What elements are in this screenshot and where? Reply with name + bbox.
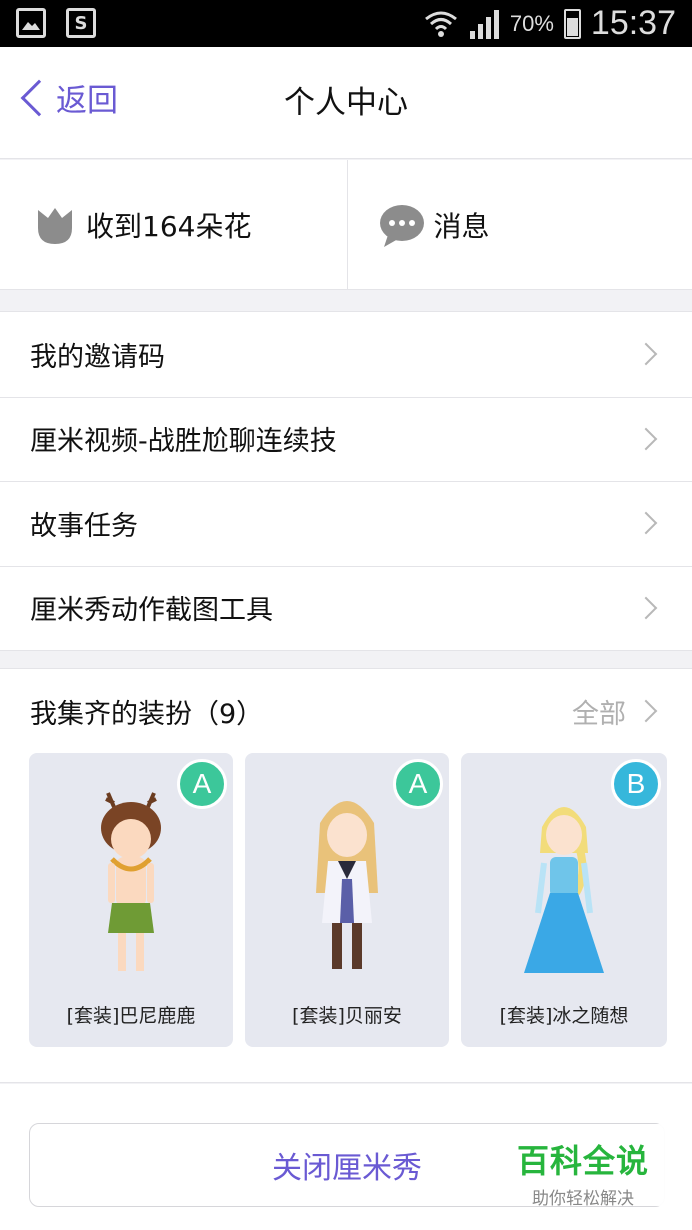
flower-icon xyxy=(38,207,72,244)
menu-item-cmshow-video[interactable]: 厘米视频-战胜尬聊连续技 xyxy=(0,396,692,482)
view-all-link[interactable]: 全部 xyxy=(572,692,662,731)
grade-badge: B xyxy=(611,759,661,809)
chevron-right-icon xyxy=(634,342,658,366)
menu-item-label: 厘米视频-战胜尬聊连续技 xyxy=(30,426,337,458)
status-bar: S 70% 15:37 xyxy=(0,0,692,47)
status-right: 70% 15:37 xyxy=(424,4,676,43)
flowers-stat[interactable]: 收到164朵花 xyxy=(0,160,347,289)
watermark: 百科全说 助你轻松解决 xyxy=(496,1124,670,1209)
messages-stat[interactable]: 消息 xyxy=(346,160,692,289)
wifi-icon xyxy=(424,11,457,37)
watermark-subtitle: 助你轻松解决 xyxy=(532,1189,634,1209)
menu-list: 我的邀请码 厘米视频-战胜尬聊连续技 故事任务 厘米秀动作截图工具 xyxy=(0,311,692,651)
menu-item-label: 故事任务 xyxy=(30,510,138,542)
s-app-icon: S xyxy=(66,8,96,38)
message-icon xyxy=(379,204,424,247)
chevron-right-icon xyxy=(634,596,658,620)
outfits-title: 我集齐的装扮（9） xyxy=(30,698,264,730)
outfits-section: 我集齐的装扮（9） 全部 A [套装]巴尼鹿鹿 A [套装]贝丽安 B [套装]… xyxy=(0,668,692,1083)
outfits-header: 我集齐的装扮（9） 全部 xyxy=(0,669,692,753)
stats-row: 收到164朵花 消息 xyxy=(0,160,692,290)
outfit-name: [套装]巴尼鹿鹿 xyxy=(66,1005,196,1027)
gallery-icon xyxy=(16,8,46,38)
battery-percent: 70% xyxy=(509,10,554,36)
outfit-card[interactable]: A [套装]巴尼鹿鹿 xyxy=(29,753,233,1047)
outfit-card[interactable]: A [套装]贝丽安 xyxy=(245,753,449,1047)
outfit-name: [套装]冰之随想 xyxy=(499,1005,629,1027)
outfit-card[interactable]: B [套装]冰之随想 xyxy=(461,753,667,1047)
chevron-right-icon xyxy=(634,511,658,535)
elf-outfit-avatar xyxy=(316,801,378,969)
ice-queen-outfit-avatar xyxy=(524,807,604,973)
grade-badge: A xyxy=(393,759,443,809)
page-title: 个人中心 xyxy=(284,85,408,121)
deer-outfit-avatar xyxy=(101,792,161,971)
chevron-right-icon xyxy=(634,699,658,723)
messages-label: 消息 xyxy=(433,209,490,243)
menu-item-label: 我的邀请码 xyxy=(30,341,165,373)
watermark-title: 百科全说 xyxy=(516,1142,649,1180)
battery-icon xyxy=(563,8,581,39)
signal-icon xyxy=(469,9,499,39)
flowers-label: 收到164朵花 xyxy=(86,209,252,243)
menu-item-screenshot-tool[interactable]: 厘米秀动作截图工具 xyxy=(0,565,692,651)
menu-item-invite-code[interactable]: 我的邀请码 xyxy=(0,312,692,397)
status-left: S xyxy=(16,8,96,38)
nav-bar: 返回 个人中心 xyxy=(0,47,692,159)
outfit-name: [套装]贝丽安 xyxy=(292,1005,402,1027)
view-all-label: 全部 xyxy=(572,698,626,730)
grade-badge: A xyxy=(177,759,227,809)
chevron-right-icon xyxy=(634,427,658,451)
clock: 15:37 xyxy=(590,4,676,42)
outfit-cards: A [套装]巴尼鹿鹿 A [套装]贝丽安 B [套装]冰之随想 xyxy=(29,753,667,1047)
close-cmshow-label: 关闭厘米秀 xyxy=(272,1151,422,1186)
menu-item-story-tasks[interactable]: 故事任务 xyxy=(0,481,692,566)
menu-item-label: 厘米秀动作截图工具 xyxy=(30,595,273,627)
